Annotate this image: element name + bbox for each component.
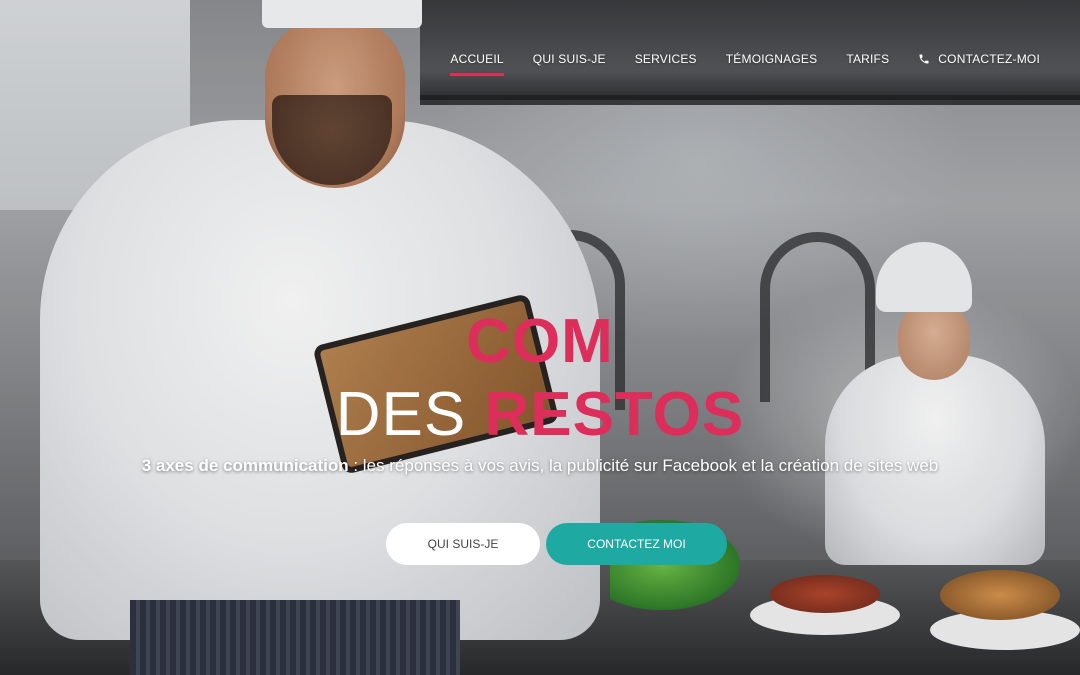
tagline-bold: 3 axes de communication: [141, 456, 349, 475]
contactez-moi-button[interactable]: CONTACTEZ MOI: [546, 523, 727, 565]
nav-item-tarifs[interactable]: TARIFS: [846, 52, 889, 72]
contact-label: CONTACTEZ-MOI: [938, 52, 1040, 66]
nav-item-accueil[interactable]: ACCUEIL: [450, 52, 505, 76]
hero-title-line2: DES RESTOS: [0, 383, 1080, 447]
phone-icon: [918, 53, 930, 65]
nav-item-contactez-moi[interactable]: CONTACTEZ-MOI: [918, 52, 1040, 72]
hero-title-restos: RESTOS: [484, 380, 745, 449]
qui-suis-je-button[interactable]: QUI SUIS-JE: [386, 523, 540, 565]
nav-item-qui-suis-je[interactable]: QUI SUIS-JE: [533, 52, 606, 72]
main-navigation: ACCUEIL QUI SUIS-JE SERVICES TÉMOIGNAGES…: [450, 52, 1040, 76]
nav-item-temoignages[interactable]: TÉMOIGNAGES: [726, 52, 818, 72]
hero-title-des: DES: [335, 380, 467, 449]
hero-tagline: 3 axes de communication : les réponses à…: [0, 456, 1080, 476]
tagline-rest: : les réponses à vos avis, la publicité …: [348, 456, 939, 475]
hero-title-line1: COM: [466, 307, 614, 376]
nav-item-services[interactable]: SERVICES: [635, 52, 697, 72]
